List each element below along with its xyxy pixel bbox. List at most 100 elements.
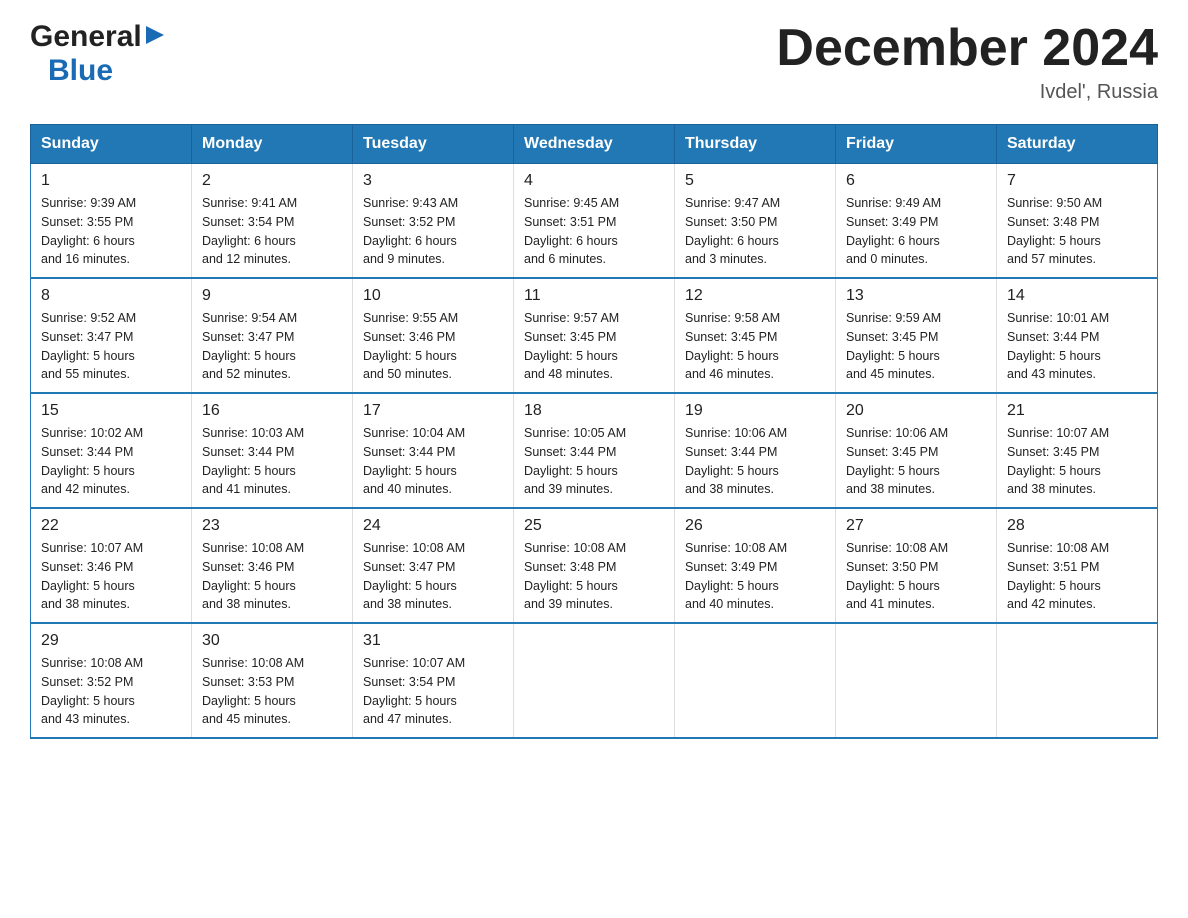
- calendar-cell: 10 Sunrise: 9:55 AM Sunset: 3:46 PM Dayli…: [353, 278, 514, 393]
- day-info: Sunrise: 10:08 AM Sunset: 3:50 PM Daylig…: [846, 539, 986, 614]
- logo-blue-text: Blue: [48, 54, 113, 87]
- calendar-header-friday: Friday: [836, 125, 997, 164]
- calendar-cell: [997, 623, 1158, 738]
- day-number: 11: [524, 287, 664, 305]
- calendar-header-sunday: Sunday: [31, 125, 192, 164]
- calendar-cell: 25 Sunrise: 10:08 AM Sunset: 3:48 PM Dayl…: [514, 508, 675, 623]
- page-header: General Blue December 2024 Ivdel', Russi…: [30, 20, 1158, 104]
- day-info: Sunrise: 10:03 AM Sunset: 3:44 PM Daylig…: [202, 424, 342, 499]
- day-info: Sunrise: 9:52 AM Sunset: 3:47 PM Dayligh…: [41, 309, 181, 384]
- day-number: 17: [363, 402, 503, 420]
- day-number: 3: [363, 172, 503, 190]
- calendar-week-row: 29 Sunrise: 10:08 AM Sunset: 3:52 PM Dayl…: [31, 623, 1158, 738]
- day-number: 31: [363, 632, 503, 650]
- day-number: 28: [1007, 517, 1147, 535]
- day-number: 23: [202, 517, 342, 535]
- day-info: Sunrise: 9:43 AM Sunset: 3:52 PM Dayligh…: [363, 194, 503, 269]
- calendar-cell: 19 Sunrise: 10:06 AM Sunset: 3:44 PM Dayl…: [675, 393, 836, 508]
- calendar-cell: 5Sunrise: 9:47 AM Sunset: 3:50 PM Daylig…: [675, 164, 836, 279]
- calendar-cell: 13 Sunrise: 9:59 AM Sunset: 3:45 PM Dayli…: [836, 278, 997, 393]
- day-number: 13: [846, 287, 986, 305]
- logo-arrow-icon: [144, 24, 166, 46]
- day-info: Sunrise: 10:07 AM Sunset: 3:45 PM Daylig…: [1007, 424, 1147, 499]
- month-title: December 2024: [776, 20, 1158, 77]
- day-number: 30: [202, 632, 342, 650]
- calendar-cell: 22Sunrise: 10:07 AM Sunset: 3:46 PM Dayl…: [31, 508, 192, 623]
- day-info: Sunrise: 9:49 AM Sunset: 3:49 PM Dayligh…: [846, 194, 986, 269]
- day-number: 24: [363, 517, 503, 535]
- day-number: 19: [685, 402, 825, 420]
- calendar-cell: 4Sunrise: 9:45 AM Sunset: 3:51 PM Daylig…: [514, 164, 675, 279]
- day-info: Sunrise: 9:50 AM Sunset: 3:48 PM Dayligh…: [1007, 194, 1147, 269]
- day-number: 7: [1007, 172, 1147, 190]
- day-number: 14: [1007, 287, 1147, 305]
- calendar-cell: 23Sunrise: 10:08 AM Sunset: 3:46 PM Dayl…: [192, 508, 353, 623]
- calendar-cell: 20 Sunrise: 10:06 AM Sunset: 3:45 PM Dayl…: [836, 393, 997, 508]
- logo: General Blue: [30, 20, 166, 88]
- calendar-cell: 29 Sunrise: 10:08 AM Sunset: 3:52 PM Dayl…: [31, 623, 192, 738]
- calendar-header-thursday: Thursday: [675, 125, 836, 164]
- calendar-header-row: SundayMondayTuesdayWednesdayThursdayFrid…: [31, 125, 1158, 164]
- calendar-week-row: 1 Sunrise: 9:39 AM Sunset: 3:55 PM Daylig…: [31, 164, 1158, 279]
- day-info: Sunrise: 9:58 AM Sunset: 3:45 PM Dayligh…: [685, 309, 825, 384]
- day-info: Sunrise: 9:54 AM Sunset: 3:47 PM Dayligh…: [202, 309, 342, 384]
- calendar-header-monday: Monday: [192, 125, 353, 164]
- calendar-cell: 21 Sunrise: 10:07 AM Sunset: 3:45 PM Dayl…: [997, 393, 1158, 508]
- calendar-cell: 1 Sunrise: 9:39 AM Sunset: 3:55 PM Daylig…: [31, 164, 192, 279]
- day-number: 10: [363, 287, 503, 305]
- calendar-cell: 30 Sunrise: 10:08 AM Sunset: 3:53 PM Dayl…: [192, 623, 353, 738]
- day-info: Sunrise: 10:08 AM Sunset: 3:52 PM Daylig…: [41, 654, 181, 729]
- day-info: Sunrise: 9:41 AM Sunset: 3:54 PM Dayligh…: [202, 194, 342, 269]
- calendar-cell: [836, 623, 997, 738]
- day-number: 15: [41, 402, 181, 420]
- day-number: 27: [846, 517, 986, 535]
- calendar-header-tuesday: Tuesday: [353, 125, 514, 164]
- day-number: 29: [41, 632, 181, 650]
- day-info: Sunrise: 9:39 AM Sunset: 3:55 PM Dayligh…: [41, 194, 181, 269]
- calendar-cell: 18Sunrise: 10:05 AM Sunset: 3:44 PM Dayl…: [514, 393, 675, 508]
- calendar-cell: 15 Sunrise: 10:02 AM Sunset: 3:44 PM Dayl…: [31, 393, 192, 508]
- day-number: 25: [524, 517, 664, 535]
- day-info: Sunrise: 10:06 AM Sunset: 3:44 PM Daylig…: [685, 424, 825, 499]
- day-number: 6: [846, 172, 986, 190]
- day-number: 18: [524, 402, 664, 420]
- calendar-cell: 14 Sunrise: 10:01 AM Sunset: 3:44 PM Dayl…: [997, 278, 1158, 393]
- calendar-table: SundayMondayTuesdayWednesdayThursdayFrid…: [30, 124, 1158, 739]
- day-number: 1: [41, 172, 181, 190]
- day-number: 16: [202, 402, 342, 420]
- calendar-header-wednesday: Wednesday: [514, 125, 675, 164]
- day-number: 26: [685, 517, 825, 535]
- day-info: Sunrise: 9:45 AM Sunset: 3:51 PM Dayligh…: [524, 194, 664, 269]
- day-number: 5: [685, 172, 825, 190]
- calendar-cell: [675, 623, 836, 738]
- day-info: Sunrise: 10:01 AM Sunset: 3:44 PM Daylig…: [1007, 309, 1147, 384]
- calendar-week-row: 8Sunrise: 9:52 AM Sunset: 3:47 PM Daylig…: [31, 278, 1158, 393]
- calendar-cell: 28 Sunrise: 10:08 AM Sunset: 3:51 PM Dayl…: [997, 508, 1158, 623]
- day-info: Sunrise: 10:02 AM Sunset: 3:44 PM Daylig…: [41, 424, 181, 499]
- calendar-cell: 26Sunrise: 10:08 AM Sunset: 3:49 PM Dayl…: [675, 508, 836, 623]
- day-info: Sunrise: 9:55 AM Sunset: 3:46 PM Dayligh…: [363, 309, 503, 384]
- day-info: Sunrise: 10:08 AM Sunset: 3:53 PM Daylig…: [202, 654, 342, 729]
- day-number: 21: [1007, 402, 1147, 420]
- title-section: December 2024 Ivdel', Russia: [776, 20, 1158, 104]
- day-number: 20: [846, 402, 986, 420]
- day-number: 12: [685, 287, 825, 305]
- calendar-cell: 12 Sunrise: 9:58 AM Sunset: 3:45 PM Dayli…: [675, 278, 836, 393]
- calendar-cell: 7 Sunrise: 9:50 AM Sunset: 3:48 PM Daylig…: [997, 164, 1158, 279]
- logo-general-text: General: [30, 20, 142, 54]
- day-number: 9: [202, 287, 342, 305]
- calendar-cell: 2 Sunrise: 9:41 AM Sunset: 3:54 PM Daylig…: [192, 164, 353, 279]
- day-info: Sunrise: 10:06 AM Sunset: 3:45 PM Daylig…: [846, 424, 986, 499]
- day-info: Sunrise: 10:08 AM Sunset: 3:47 PM Daylig…: [363, 539, 503, 614]
- day-info: Sunrise: 10:07 AM Sunset: 3:54 PM Daylig…: [363, 654, 503, 729]
- calendar-cell: 16 Sunrise: 10:03 AM Sunset: 3:44 PM Dayl…: [192, 393, 353, 508]
- calendar-cell: 24 Sunrise: 10:08 AM Sunset: 3:47 PM Dayl…: [353, 508, 514, 623]
- day-info: Sunrise: 9:59 AM Sunset: 3:45 PM Dayligh…: [846, 309, 986, 384]
- day-info: Sunrise: 10:08 AM Sunset: 3:51 PM Daylig…: [1007, 539, 1147, 614]
- day-info: Sunrise: 10:08 AM Sunset: 3:48 PM Daylig…: [524, 539, 664, 614]
- day-number: 2: [202, 172, 342, 190]
- calendar-week-row: 15 Sunrise: 10:02 AM Sunset: 3:44 PM Dayl…: [31, 393, 1158, 508]
- calendar-cell: 31 Sunrise: 10:07 AM Sunset: 3:54 PM Dayl…: [353, 623, 514, 738]
- calendar-cell: 9 Sunrise: 9:54 AM Sunset: 3:47 PM Daylig…: [192, 278, 353, 393]
- day-number: 22: [41, 517, 181, 535]
